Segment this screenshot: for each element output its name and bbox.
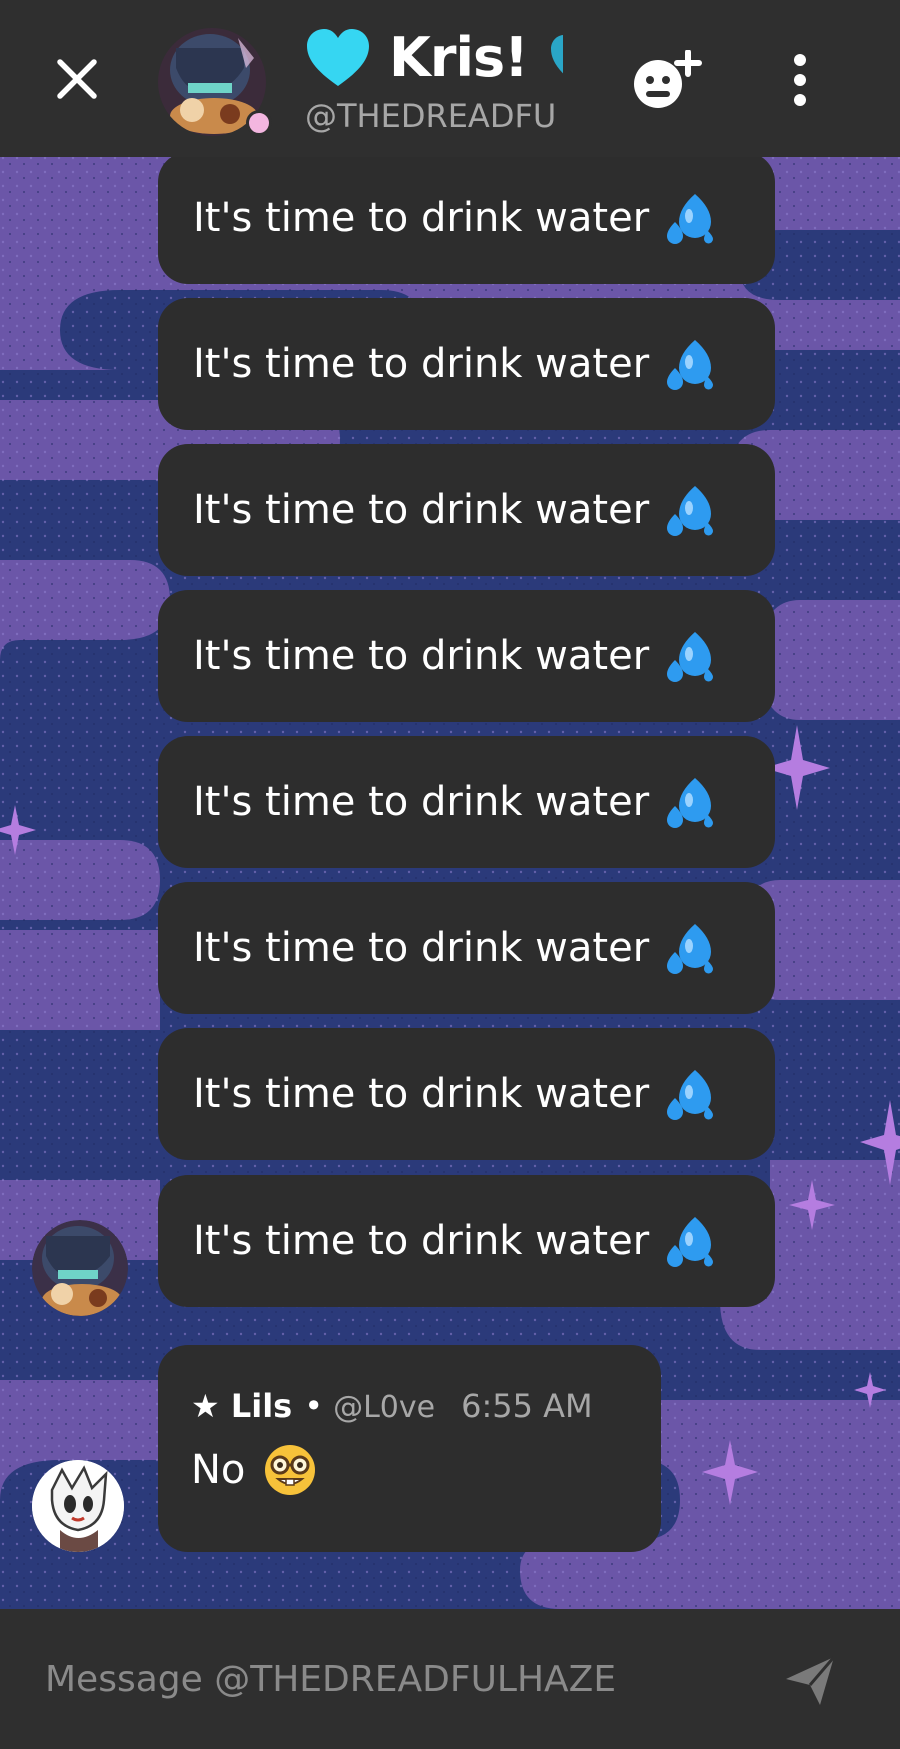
message-text: It's time to drink water [193, 195, 650, 241]
user-handle: @THEDREADFU [305, 97, 557, 135]
sweat-droplets-icon [667, 340, 714, 390]
message-bubble[interactable]: It's time to drink water [158, 1028, 775, 1160]
message-text: It's time to drink water [193, 1071, 650, 1117]
blue-heart-icon [307, 28, 369, 86]
chat-header: Kris! @THEDREADFU [0, 0, 900, 157]
message-bubble[interactable]: It's time to drink water [158, 152, 775, 284]
message-meta: ★ Lils • @L0ve 6:55 AM [191, 1387, 661, 1425]
message-bubble[interactable]: It's time to drink water [158, 1175, 775, 1307]
message-text: It's time to drink water [193, 925, 650, 971]
page-title: Kris! [389, 26, 529, 89]
blue-heart-icon [550, 34, 563, 74]
emoji-add-icon[interactable] [628, 50, 702, 112]
sweat-droplets-icon [667, 194, 714, 244]
message-text: It's time to drink water [193, 341, 650, 387]
sweat-droplets-icon [667, 924, 714, 974]
message-text: It's time to drink water [193, 633, 650, 679]
message-bubble[interactable]: It's time to drink water [158, 736, 775, 868]
message-bubble[interactable]: ★ Lils • @L0ve 6:55 AM No [158, 1345, 661, 1552]
title-block[interactable]: Kris! @THEDREADFU [305, 20, 563, 140]
close-icon[interactable] [52, 54, 102, 104]
message-bubble[interactable]: It's time to drink water [158, 882, 775, 1014]
message-text: It's time to drink water [193, 779, 650, 825]
sweat-droplets-icon [667, 486, 714, 536]
sender-handle: @L0ve [333, 1390, 436, 1425]
sweat-droplets-icon [667, 632, 714, 682]
sender-name[interactable]: ★ Lils [191, 1387, 292, 1425]
message-input[interactable] [45, 1647, 745, 1711]
sender-avatar[interactable] [32, 1460, 124, 1552]
more-vertical-icon[interactable] [780, 52, 820, 108]
message-text: It's time to drink water [193, 487, 650, 533]
message-bubble[interactable]: It's time to drink water [158, 444, 775, 576]
sender-avatar[interactable] [32, 1220, 128, 1316]
sweat-droplets-icon [667, 1070, 714, 1120]
timestamp: 6:55 AM [461, 1387, 593, 1425]
nerd-face-icon [265, 1445, 316, 1495]
send-icon[interactable] [782, 1653, 838, 1709]
message-bubble[interactable]: It's time to drink water [158, 590, 775, 722]
message-composer [0, 1609, 900, 1749]
message-text: No [191, 1447, 246, 1493]
message-text: It's time to drink water [193, 1218, 650, 1264]
sweat-droplets-icon [667, 778, 714, 828]
message-bubble[interactable]: It's time to drink water [158, 298, 775, 430]
separator-dot: • [304, 1387, 324, 1425]
status-indicator [246, 110, 272, 136]
sweat-droplets-icon [667, 1217, 714, 1267]
